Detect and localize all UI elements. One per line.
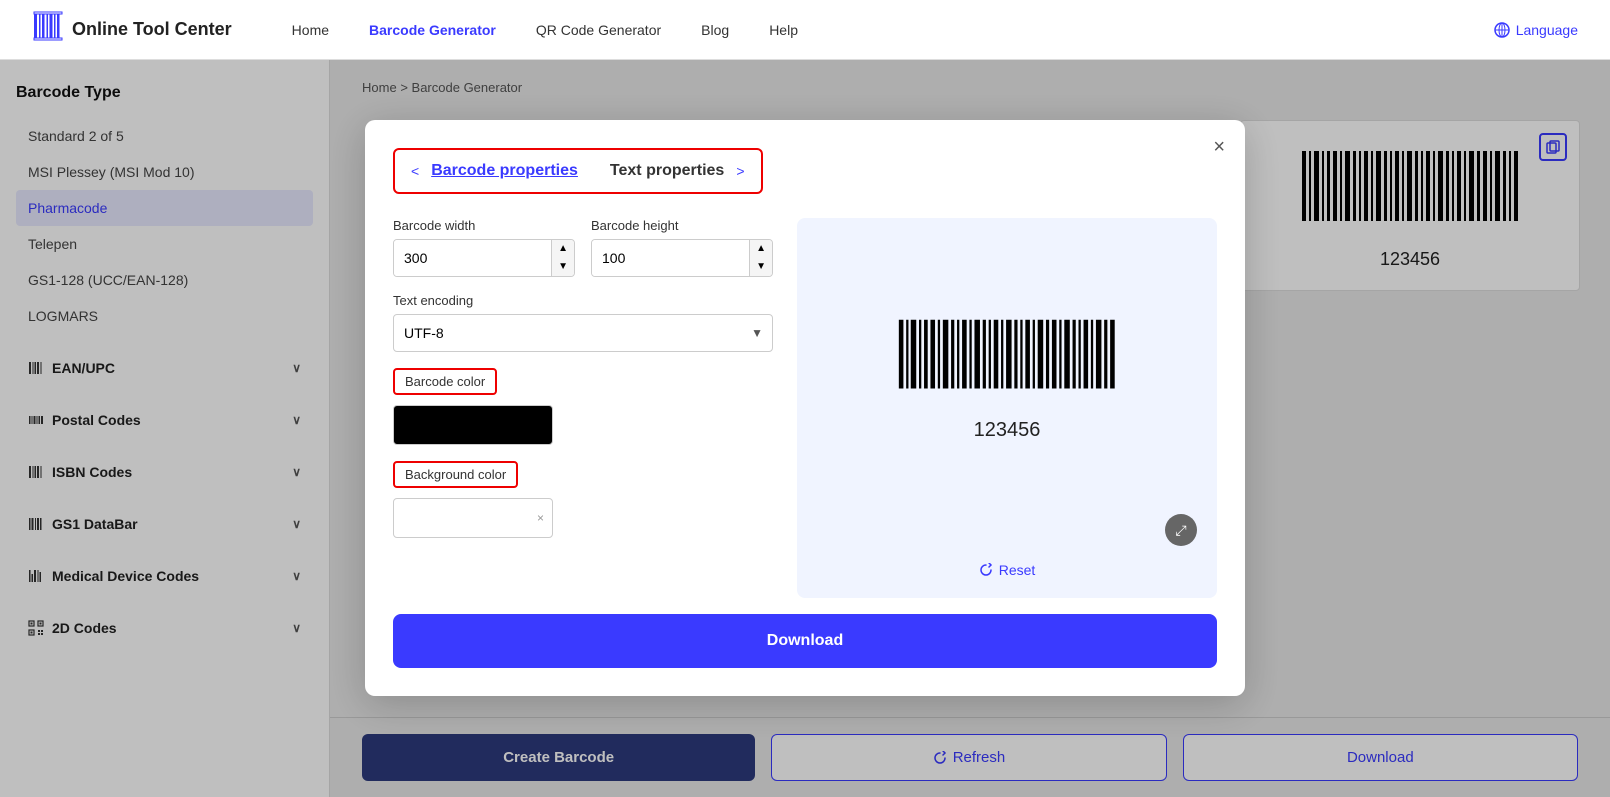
barcode-svg-container: 123456 [897, 311, 1117, 442]
barcode-color-label: Barcode color [393, 368, 497, 395]
encoding-select-wrapper: UTF-8 ISO-8859-1 ASCII ▼ [393, 314, 773, 352]
logo-icon [32, 10, 64, 49]
reset-button[interactable]: Reset [979, 562, 1036, 578]
encoding-label: Text encoding [393, 293, 773, 308]
barcode-color-swatch[interactable] [393, 405, 553, 445]
height-up-button[interactable]: ▲ [750, 240, 772, 258]
modal-download-button[interactable]: Download [393, 614, 1217, 668]
nav-help[interactable]: Help [769, 22, 798, 38]
background-color-label: Background color [393, 461, 518, 488]
width-up-button[interactable]: ▲ [552, 240, 574, 258]
width-down-button[interactable]: ▼ [552, 258, 574, 276]
logo-text: Online Tool Center [72, 19, 232, 40]
clear-background-color-button[interactable]: × [537, 511, 544, 525]
language-button[interactable]: Language [1494, 22, 1578, 38]
background-color-swatch[interactable]: × [393, 498, 553, 538]
encoding-select[interactable]: UTF-8 ISO-8859-1 ASCII [393, 314, 773, 352]
modal-close-button[interactable]: × [1213, 136, 1225, 159]
width-stepper: ▲ ▼ [393, 239, 575, 277]
modal-barcode-svg [897, 311, 1117, 411]
tab-left-arrow: < [411, 163, 419, 179]
height-stepper: ▲ ▼ [591, 239, 773, 277]
width-group: Barcode width ▲ ▼ [393, 218, 575, 277]
main-nav: Home Barcode Generator QR Code Generator… [292, 22, 1494, 38]
tab-barcode-props[interactable]: Barcode properties [423, 158, 586, 184]
nav-blog[interactable]: Blog [701, 22, 729, 38]
height-down-button[interactable]: ▼ [750, 258, 772, 276]
dimensions-row: Barcode width ▲ ▼ Barcode height [393, 218, 773, 277]
modal-tabs: < Barcode properties Text properties > [393, 148, 763, 194]
properties-modal: × < Barcode properties Text properties >… [365, 120, 1245, 696]
modal-inner: Barcode width ▲ ▼ Barcode height [393, 218, 1217, 598]
logo: Online Tool Center [32, 10, 232, 49]
nav-home[interactable]: Home [292, 22, 329, 38]
nav-barcode-gen[interactable]: Barcode Generator [369, 22, 496, 38]
reset-label: Reset [999, 562, 1036, 578]
language-label: Language [1516, 22, 1578, 38]
width-label: Barcode width [393, 218, 575, 233]
modal-barcode-number: 123456 [974, 419, 1041, 442]
width-stepper-btns: ▲ ▼ [551, 240, 574, 276]
background-color-section: Background color × [393, 461, 773, 538]
modal-barcode-preview: 123456 ⤢ Reset [797, 218, 1217, 598]
height-input[interactable] [592, 240, 749, 276]
nav-qr-gen[interactable]: QR Code Generator [536, 22, 661, 38]
width-input[interactable] [394, 240, 551, 276]
barcode-color-section: Barcode color [393, 368, 773, 445]
tab-text-props[interactable]: Text properties [602, 158, 732, 184]
header: Online Tool Center Home Barcode Generato… [0, 0, 1610, 60]
modal-form: Barcode width ▲ ▼ Barcode height [393, 218, 773, 598]
encoding-group: Text encoding UTF-8 ISO-8859-1 ASCII ▼ [393, 293, 773, 352]
height-group: Barcode height ▲ ▼ [591, 218, 773, 277]
height-stepper-btns: ▲ ▼ [749, 240, 772, 276]
height-label: Barcode height [591, 218, 773, 233]
tab-right-arrow: > [736, 163, 744, 179]
zoom-button[interactable]: ⤢ [1165, 514, 1197, 546]
zoom-icon: ⤢ [1175, 522, 1186, 538]
barcode-preview-area: 123456 [817, 238, 1197, 514]
